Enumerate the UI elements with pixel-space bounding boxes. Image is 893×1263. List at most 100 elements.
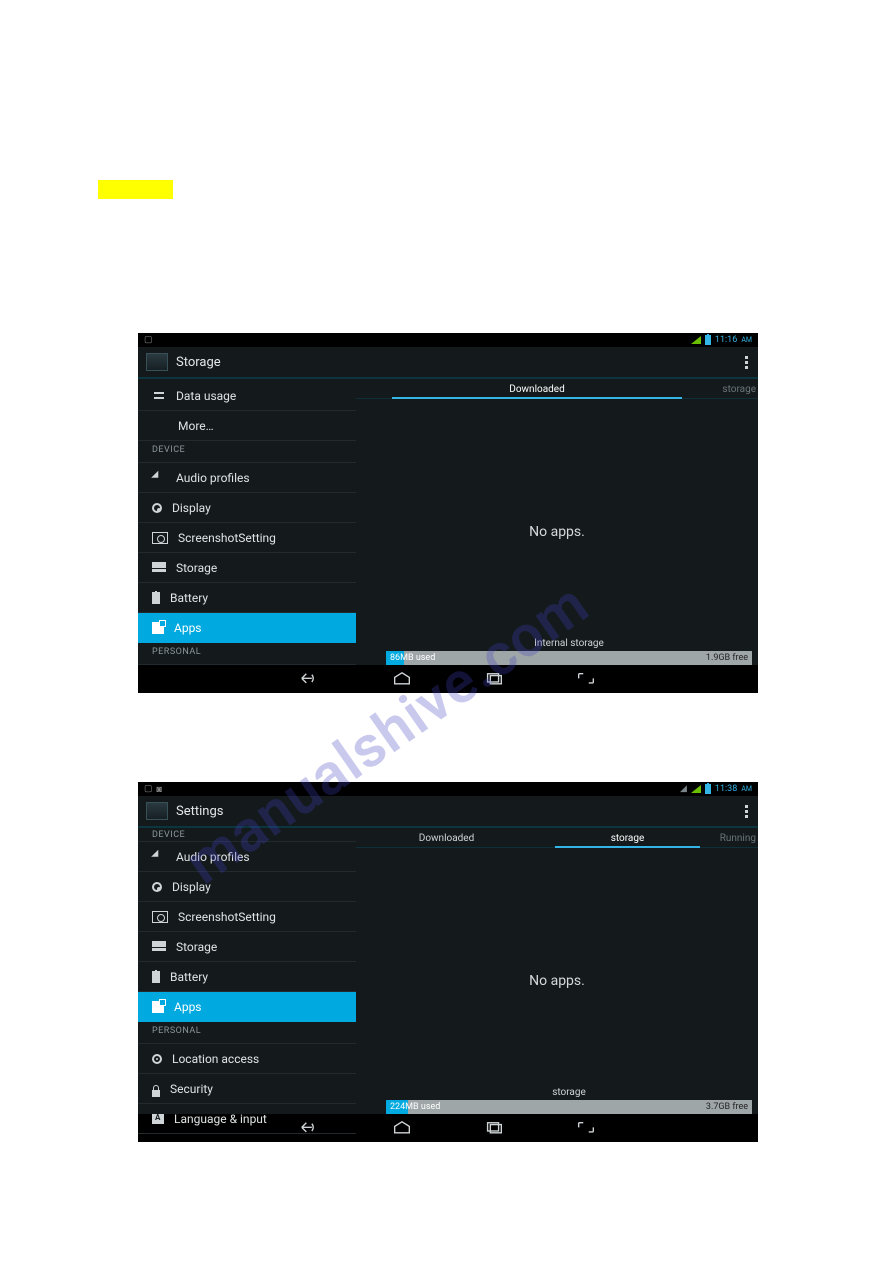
recent-apps-icon[interactable] xyxy=(483,671,505,687)
storage-summary: Internal storage 86MB used 1.9GB free xyxy=(386,638,752,665)
sidebar-item-display[interactable]: Display xyxy=(138,872,356,902)
sidebar-item-label: Apps xyxy=(174,1000,202,1014)
sidebar-item-label: Apps xyxy=(174,621,202,635)
sidebar-item-storage[interactable]: Storage xyxy=(138,553,356,583)
gallery-icon: ▢ xyxy=(144,335,153,345)
signal-icon xyxy=(691,336,701,344)
sidebar-item-location-access[interactable]: Location access xyxy=(138,1044,356,1074)
apps-tabs: DownloadedstorageRunning xyxy=(356,828,758,848)
yellow-highlight xyxy=(98,180,173,199)
sidebar-item-label: Storage xyxy=(176,561,217,575)
back-icon[interactable] xyxy=(299,1120,321,1136)
lock-icon xyxy=(152,1090,160,1097)
storage-bar-track: 86MB used 1.9GB free xyxy=(386,651,752,665)
screenshot-apps-storage-tab: ▢ ◙ ◢ 11:38 AM Settings DEVICE Audio pro… xyxy=(138,782,758,1142)
storage-bar-track: 224MB used 3.7GB free xyxy=(386,1100,752,1114)
screenshot-apps-downloaded: ▢ 11:16 AM Storage Data usage More…DEVICE… xyxy=(138,333,758,693)
sidebar-item-label: Storage xyxy=(176,940,217,954)
sidebar-item-security[interactable]: Security xyxy=(138,1074,356,1104)
sidebar-item-data-usage[interactable]: Data usage xyxy=(138,381,356,411)
cam-icon xyxy=(152,911,168,923)
storage-icon xyxy=(152,561,166,575)
sidebar-section: PERSONAL xyxy=(138,643,356,665)
storage-free-label: 3.7GB free xyxy=(706,1102,748,1112)
sidebar-item-audio-profiles[interactable]: Audio profiles xyxy=(138,842,356,872)
sidebar-item-audio-profiles[interactable]: Audio profiles xyxy=(138,463,356,493)
data-icon xyxy=(152,389,166,403)
sidebar-section: PERSONAL xyxy=(138,1022,356,1044)
action-bar: Storage xyxy=(138,347,758,379)
sidebar-item-battery[interactable]: Battery xyxy=(138,583,356,613)
audio-icon xyxy=(152,850,166,864)
apps-icon xyxy=(152,1001,164,1013)
screenshot-icon[interactable] xyxy=(575,671,597,687)
storage-free-label: 1.9GB free xyxy=(706,653,748,663)
sidebar-item-label: Audio profiles xyxy=(176,471,250,485)
storage-summary: storage 224MB used 3.7GB free xyxy=(386,1087,752,1114)
empty-state-text: No apps. xyxy=(356,848,758,1114)
sidebar-item-label: Display xyxy=(172,880,211,894)
sidebar-item-battery[interactable]: Battery xyxy=(138,962,356,992)
sidebar-item-apps[interactable]: Apps xyxy=(138,992,356,1022)
sidebar-item-screenshotsetting[interactable]: ScreenshotSetting xyxy=(138,902,356,932)
overflow-menu-icon[interactable] xyxy=(745,356,750,369)
audio-icon xyxy=(152,471,166,485)
loc-icon xyxy=(152,1054,162,1064)
display-icon xyxy=(152,503,162,513)
system-nav-bar xyxy=(138,665,758,693)
sidebar-item-label: Data usage xyxy=(176,389,236,403)
cam-icon xyxy=(152,532,168,544)
status-bar: ▢ ◙ ◢ 11:38 AM xyxy=(138,782,758,796)
action-bar: Settings xyxy=(138,796,758,828)
recent-apps-icon[interactable] xyxy=(483,1120,505,1136)
sidebar-item-label: Language & input xyxy=(174,1112,267,1126)
tab-running[interactable]: Running xyxy=(718,833,758,847)
page-title: Storage xyxy=(176,355,221,370)
screenshot-icon[interactable] xyxy=(575,1120,597,1136)
sidebar-item-language-input[interactable]: Language & input xyxy=(138,1104,356,1134)
tab-downloaded[interactable]: Downloaded xyxy=(356,833,537,847)
storage-icon xyxy=(152,940,166,954)
lang-icon xyxy=(152,1114,164,1124)
status-bar: ▢ 11:16 AM xyxy=(138,333,758,347)
signal-icon xyxy=(691,785,701,793)
sidebar-item-screenshotsetting[interactable]: ScreenshotSetting xyxy=(138,523,356,553)
sidebar-item-storage[interactable]: Storage xyxy=(138,932,356,962)
page-title: Settings xyxy=(176,804,223,819)
storage-summary-title: storage xyxy=(386,1087,752,1098)
back-icon[interactable] xyxy=(299,671,321,687)
sidebar-item-label: Location access xyxy=(172,1052,259,1066)
sidebar-section-device-cut: DEVICE xyxy=(138,830,356,842)
tab-storage[interactable]: storage xyxy=(718,384,758,398)
tab-downloaded[interactable]: Downloaded xyxy=(356,384,718,398)
sidebar-item-label: ScreenshotSetting xyxy=(178,531,276,545)
overflow-menu-icon[interactable] xyxy=(745,805,750,818)
batt-icon xyxy=(152,592,160,604)
settings-sidebar: Data usage More…DEVICE Audio profiles Displ… xyxy=(138,379,356,665)
sidebar-item-apps[interactable]: Apps xyxy=(138,613,356,643)
sidebar-item-label: Battery xyxy=(170,591,208,605)
batt-icon xyxy=(152,971,160,983)
storage-summary-title: Internal storage xyxy=(386,638,752,649)
wifi-icon: ◢ xyxy=(680,784,687,794)
settings-sidebar: DEVICE Audio profiles Display ScreenshotSe… xyxy=(138,828,356,1114)
apps-icon xyxy=(152,622,164,634)
sidebar-item-more-[interactable]: More… xyxy=(138,411,356,441)
storage-used-label: 224MB used xyxy=(390,1102,440,1112)
tab-storage[interactable]: storage xyxy=(537,833,718,847)
home-icon[interactable] xyxy=(391,671,413,687)
clock-time: 11:16 xyxy=(715,335,737,345)
camera-icon: ◙ xyxy=(157,784,162,795)
battery-icon xyxy=(705,335,711,345)
home-icon[interactable] xyxy=(391,1120,413,1136)
sidebar-item-label: Security xyxy=(170,1082,213,1096)
apps-panel: Downloadedstorage No apps. Internal stor… xyxy=(356,379,758,665)
apps-panel: DownloadedstorageRunning No apps. storag… xyxy=(356,828,758,1114)
sidebar-section: DEVICE xyxy=(138,441,356,463)
settings-app-icon xyxy=(146,802,168,820)
storage-used-label: 86MB used xyxy=(390,653,435,663)
clock-time: 11:38 xyxy=(715,784,737,794)
gallery-icon: ▢ xyxy=(144,784,153,795)
apps-tabs: Downloadedstorage xyxy=(356,379,758,399)
sidebar-item-display[interactable]: Display xyxy=(138,493,356,523)
